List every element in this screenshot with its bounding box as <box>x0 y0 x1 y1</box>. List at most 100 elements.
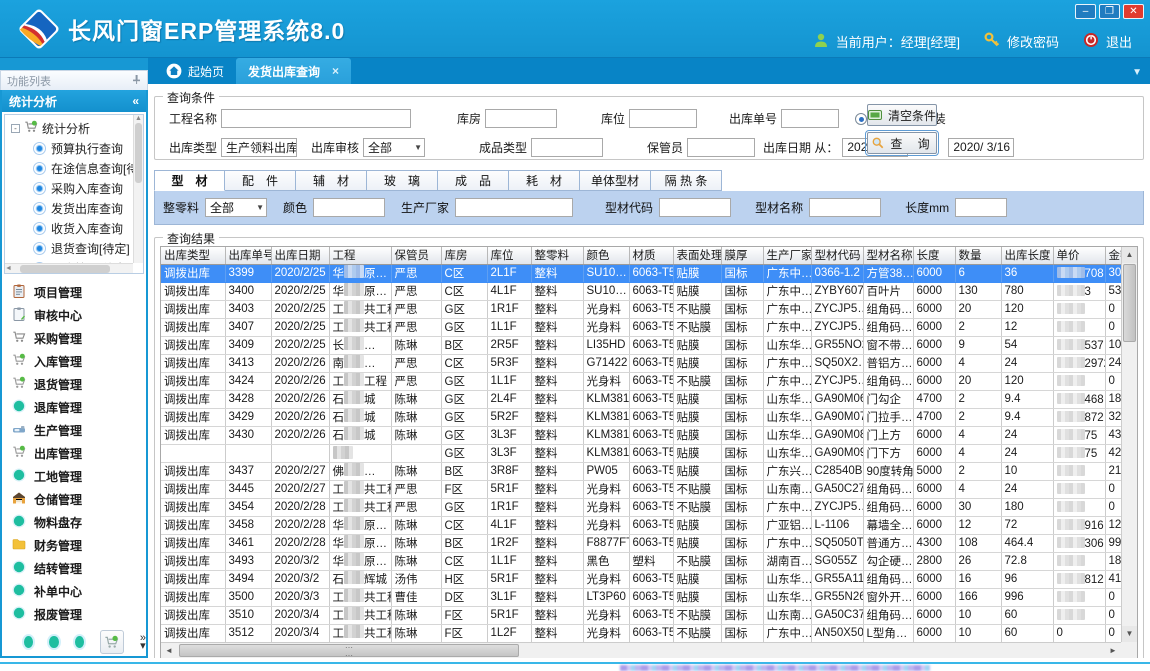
tree-item[interactable]: 发货出库查询 <box>11 198 143 218</box>
column-header[interactable]: 库房 <box>441 247 487 264</box>
grid-vertical-scrollbar[interactable]: ▲ ▼ <box>1121 247 1137 642</box>
table-row[interactable]: 调拨出库34932020/3/2华原…陈琳C区1L1F整料黑色塑料不贴膜国标湖南… <box>161 552 1133 570</box>
column-header[interactable]: 库位 <box>487 247 531 264</box>
tree-item[interactable]: 采购入库查询 <box>11 178 143 198</box>
tree-item[interactable]: 退货查询[待定] <box>11 238 143 258</box>
tree-expander-icon[interactable]: - <box>11 124 20 133</box>
column-header[interactable]: 型材代码 <box>811 247 863 264</box>
sidebar-menu-item[interactable]: 财务管理 <box>12 534 146 557</box>
change-password-button[interactable]: 修改密码 <box>1007 32 1059 51</box>
material-tab[interactable]: 玻 璃 <box>367 170 438 191</box>
table-row[interactable]: 调拨出库34612020/2/28华原…陈琳B区1R2F整料F8877FT606… <box>161 534 1133 552</box>
out-type-select[interactable]: 生产领料出库▼ <box>221 138 297 157</box>
table-row[interactable]: 调拨出库34942020/3/2石辉城汤伟H区5R1F整料光身料6063-T5贴… <box>161 570 1133 588</box>
table-row[interactable]: 调拨出库34582020/2/28华原…陈琳C区4L1F整料光身料6063-T5… <box>161 516 1133 534</box>
column-header[interactable]: 整零料 <box>531 247 583 264</box>
column-header[interactable]: 型材名称 <box>863 247 913 264</box>
column-header[interactable]: 长度 <box>913 247 955 264</box>
tree-root[interactable]: - 统计分析 <box>11 118 143 138</box>
tree-item[interactable]: 收货入库查询 <box>11 218 143 238</box>
tab-close-icon[interactable]: × <box>332 64 339 78</box>
table-row[interactable]: 调拨出库34242020/2/26工工程严思G区1L1F整料光身料6063-T5… <box>161 372 1133 390</box>
minimize-button[interactable]: – <box>1075 4 1096 19</box>
quick-item-icon[interactable] <box>49 636 58 648</box>
table-row[interactable]: 调拨出库34282020/2/26石城陈琳G区2L4F整料KLM38176063… <box>161 390 1133 408</box>
column-header[interactable]: 出库单号 <box>225 247 271 264</box>
column-header[interactable]: 膜厚 <box>721 247 763 264</box>
grid-horizontal-scrollbar[interactable]: ◄ ► <box>161 642 1121 658</box>
table-row[interactable]: 调拨出库34452020/2/27工共工程严思F区5R1F整料光身料6063-T… <box>161 480 1133 498</box>
product-type-input[interactable] <box>531 138 603 157</box>
table-row[interactable]: 调拨出库34092020/2/25长…陈琳B区2R5F整料LI35HD6063-… <box>161 336 1133 354</box>
order-no-input[interactable] <box>781 109 839 128</box>
code-input[interactable] <box>659 198 731 217</box>
table-row[interactable]: 调拨出库35122020/3/4工共工程陈琳F区1L2F整料光身料6063-T5… <box>161 624 1133 642</box>
column-header[interactable]: 表面处理 <box>673 247 721 264</box>
table-row[interactable]: G区3L3F整料KLM38176063-T5贴膜国标山东华…GA90M09…门下… <box>161 444 1133 462</box>
material-tab[interactable]: 成 品 <box>438 170 509 191</box>
collapse-icon[interactable]: « <box>132 94 139 108</box>
color-input[interactable] <box>313 198 385 217</box>
keeper-input[interactable] <box>687 138 755 157</box>
tab-home[interactable]: 起始页 <box>154 58 236 84</box>
material-tab[interactable]: 辅 材 <box>296 170 367 191</box>
scroll-right-icon[interactable]: ► <box>1105 646 1121 655</box>
column-header[interactable]: 数量 <box>955 247 1001 264</box>
exit-button[interactable]: 退出 <box>1106 32 1132 51</box>
horizontal-scroll-thumb[interactable] <box>179 644 519 657</box>
date-to-select[interactable]: 2020/ 3/16▼ <box>948 138 1014 157</box>
warehouse-input[interactable] <box>485 109 557 128</box>
vertical-scroll-thumb[interactable] <box>1123 264 1136 342</box>
column-header[interactable]: 出库类型 <box>161 247 225 264</box>
table-row[interactable]: 调拨出库34132020/2/26南…严思C区5R3F整料G714226063-… <box>161 354 1133 372</box>
column-header[interactable]: 单价 <box>1053 247 1105 264</box>
table-row[interactable]: 调拨出库34292020/2/26石城陈琳G区5R2F整料KLM38176063… <box>161 408 1133 426</box>
sidebar-menu-item[interactable]: 报废管理 <box>12 603 146 626</box>
sidebar-menu-item[interactable]: 审核中心 <box>12 304 146 327</box>
material-tab[interactable]: 配 件 <box>225 170 296 191</box>
column-header[interactable]: 生产厂家 <box>763 247 811 264</box>
sidebar-menu-item[interactable]: 仓储管理 <box>12 488 146 511</box>
sidebar-menu-item[interactable]: 入库管理 <box>12 350 146 373</box>
sidebar-menu-item[interactable]: 退库管理 <box>12 396 146 419</box>
sidebar-menu-item[interactable]: 工地管理 <box>12 465 146 488</box>
tab-list-dropdown-icon[interactable]: ▼ <box>1132 67 1142 78</box>
table-row[interactable]: 调拨出库34372020/2/27佛…陈琳B区3R8F整料PW056063-T5… <box>161 462 1133 480</box>
column-header[interactable]: 工程 <box>329 247 391 264</box>
material-tab[interactable]: 隔 热 条 <box>651 170 722 191</box>
table-row[interactable]: 调拨出库35002020/3/3工共工程曹佳D区3L1F整料LT3P606063… <box>161 588 1133 606</box>
table-row[interactable]: 调拨出库35102020/3/4工共工程陈琳F区5R1F整料光身料6063-T5… <box>161 606 1133 624</box>
location-input[interactable] <box>629 109 697 128</box>
project-name-input[interactable] <box>221 109 411 128</box>
sidebar-menu-item[interactable]: 项目管理 <box>12 281 146 304</box>
material-tab[interactable]: 耗 材 <box>509 170 580 191</box>
table-row[interactable]: 调拨出库34542020/2/28工共工程严思G区1R1F整料光身料6063-T… <box>161 498 1133 516</box>
close-button[interactable]: ✕ <box>1123 4 1144 19</box>
tree-item[interactable]: 在途信息查询[待 <box>11 158 143 178</box>
table-row[interactable]: 调拨出库34002020/2/25华原…严思C区4L1F整料SU10…6063-… <box>161 282 1133 300</box>
material-tab[interactable]: 型 材 <box>154 170 225 191</box>
search-button[interactable]: 查 询 <box>867 132 937 154</box>
column-header[interactable]: 颜色 <box>583 247 629 264</box>
scroll-up-icon[interactable]: ▲ <box>1122 247 1137 263</box>
column-header[interactable]: 保管员 <box>391 247 441 264</box>
column-header[interactable]: 出库长度 <box>1001 247 1053 264</box>
more-items-icon[interactable]: »▾ <box>140 634 146 650</box>
table-row[interactable]: 调拨出库33992020/2/25华原…严思C区2L1F整料SU10…6063-… <box>161 264 1133 282</box>
tree-vertical-scrollbar[interactable]: ▲ <box>133 115 143 263</box>
tab-shipping-outbound-query[interactable]: 发货出库查询 × <box>236 58 351 84</box>
scroll-left-icon[interactable]: ◄ <box>161 646 177 655</box>
quick-item-icon[interactable] <box>75 636 84 648</box>
sidebar-section-header[interactable]: 统计分析 « <box>2 90 146 112</box>
column-header[interactable]: 出库日期 <box>271 247 329 264</box>
maker-input[interactable] <box>455 198 573 217</box>
cart-quick-button[interactable] <box>100 630 124 654</box>
material-tab[interactable]: 单体型材 <box>580 170 651 191</box>
tree-item[interactable]: 预算执行查询 <box>11 138 143 158</box>
tree-horizontal-scrollbar[interactable]: ◄ <box>5 263 133 273</box>
part-select[interactable]: 全部▼ <box>205 198 267 217</box>
sidebar-menu-item[interactable]: 补单中心 <box>12 580 146 603</box>
quick-item-icon[interactable] <box>24 636 33 648</box>
pin-icon[interactable] <box>132 74 141 88</box>
clear-conditions-button[interactable]: 清空条件 <box>867 104 937 126</box>
